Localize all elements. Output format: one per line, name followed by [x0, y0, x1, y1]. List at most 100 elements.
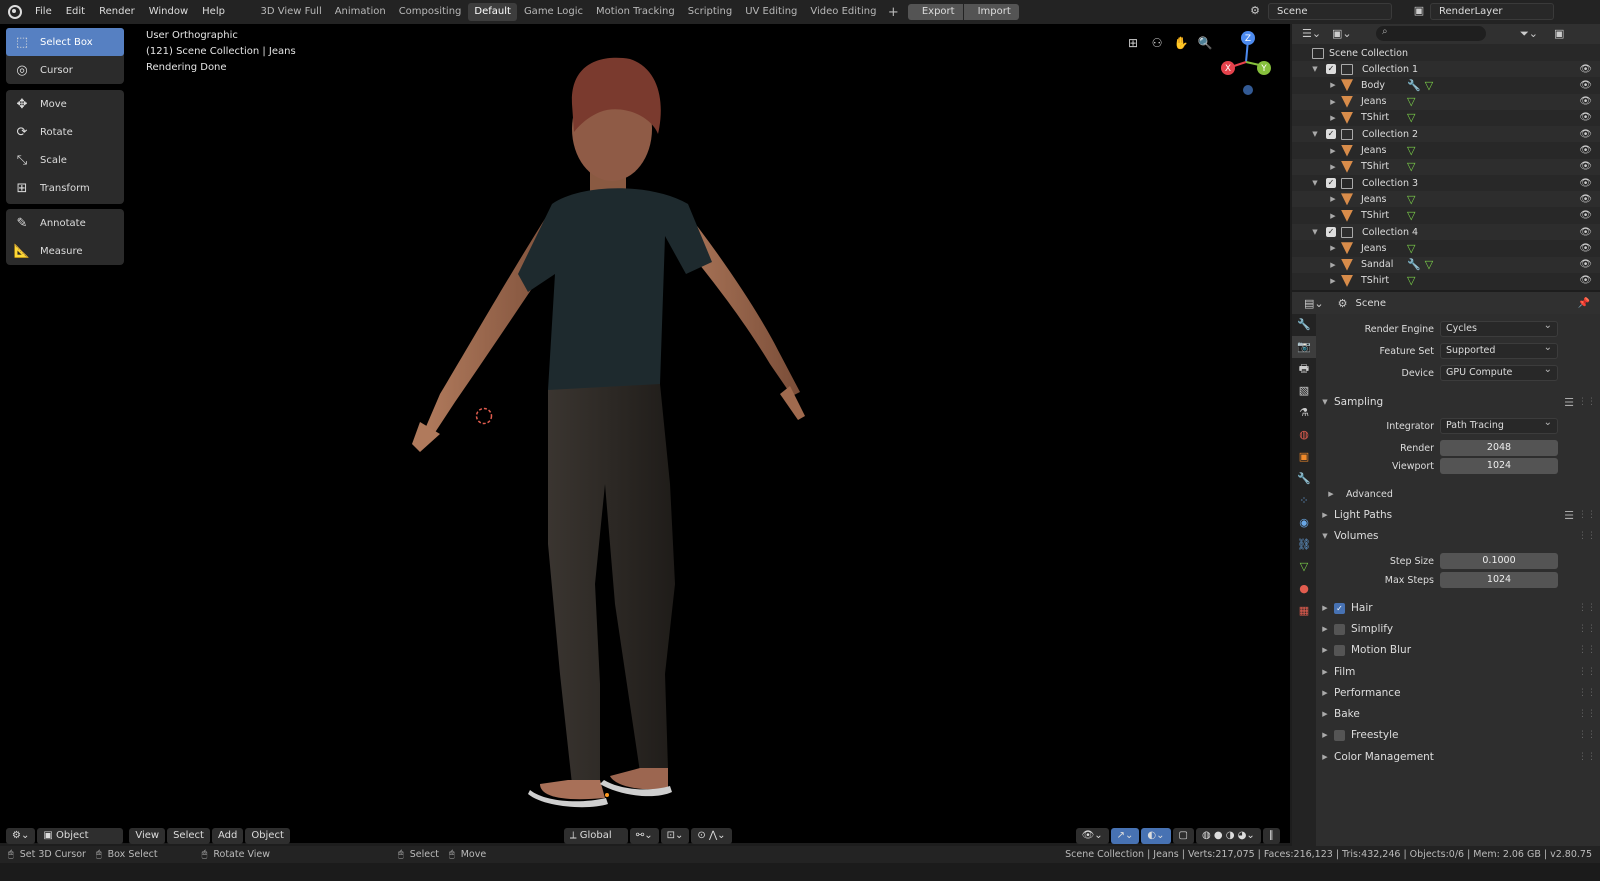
visibility-eye-icon[interactable]: 👁	[1579, 194, 1592, 205]
drag-grip-icon[interactable]: ⋮⋮	[1578, 730, 1596, 740]
mesh-data-icon[interactable]: ▽	[1407, 274, 1415, 287]
menu-window[interactable]: Window	[142, 2, 195, 22]
drag-grip-icon[interactable]: ⋮⋮	[1578, 645, 1596, 655]
feature-set-dropdown[interactable]: Supported	[1440, 343, 1558, 359]
menu-file[interactable]: File	[28, 2, 59, 22]
pan-hand-icon[interactable]: ✋	[1172, 34, 1190, 52]
data-tab-icon[interactable]: ▽	[1292, 556, 1316, 578]
annotate-tool[interactable]: ✎Annotate	[6, 209, 124, 237]
mesh-data-icon[interactable]: ▽	[1425, 258, 1433, 271]
add-workspace-icon[interactable]: +	[883, 5, 904, 20]
tab-motion-tracking[interactable]: Motion Tracking	[590, 3, 682, 21]
outliner-object-row[interactable]: ▶Jeans▽👁	[1292, 94, 1600, 110]
simplify-section[interactable]: ▶Simplify⋮⋮	[1316, 619, 1600, 639]
outliner-object-row[interactable]: ▶TShirt▽👁	[1292, 208, 1600, 224]
outliner-object-row[interactable]: ▶TShirt▽👁	[1292, 159, 1600, 175]
visibility-eye-icon[interactable]: 👁	[1579, 259, 1592, 270]
tool-tab-icon[interactable]: 🔧	[1292, 314, 1316, 336]
outliner-object-row[interactable]: ▶Body🔧▽👁	[1292, 77, 1600, 93]
motion-blur-section[interactable]: ▶Motion Blur⋮⋮	[1316, 640, 1600, 660]
step-size-field[interactable]: 0.1000	[1440, 553, 1558, 569]
import-button[interactable]: Import	[964, 4, 1019, 20]
output-tab-icon[interactable]: 🖶	[1292, 358, 1316, 380]
motion-blur-checkbox[interactable]	[1334, 645, 1345, 656]
modifier-tab-icon[interactable]: 🔧	[1292, 468, 1316, 490]
exclude-checkbox[interactable]: ✓	[1326, 129, 1336, 139]
expand-icon[interactable]: ▼	[1310, 130, 1320, 138]
tab-scripting[interactable]: Scripting	[681, 3, 738, 21]
expand-icon[interactable]: ▼	[1310, 179, 1320, 187]
simplify-checkbox[interactable]	[1334, 624, 1345, 635]
menu-edit[interactable]: Edit	[59, 2, 92, 22]
hair-checkbox[interactable]: ✓	[1334, 603, 1345, 614]
sampling-section[interactable]: ▼Sampling☰⋮⋮	[1316, 392, 1600, 412]
drag-grip-icon[interactable]: ⋮⋮	[1578, 531, 1596, 541]
collapse-icon[interactable]: ▶	[1328, 163, 1338, 171]
visibility-eye-icon[interactable]: 👁	[1579, 243, 1592, 254]
drag-grip-icon[interactable]: ⋮⋮	[1578, 752, 1596, 762]
max-steps-field[interactable]: 1024	[1440, 572, 1558, 588]
scene-selector[interactable]: Scene	[1268, 3, 1392, 20]
drag-grip-icon[interactable]: ⋮⋮	[1578, 510, 1596, 520]
visibility-eye-icon[interactable]: 👁	[1579, 275, 1592, 286]
object-tab-icon[interactable]: ▣	[1292, 446, 1316, 468]
cursor-tool[interactable]: ◎Cursor	[6, 56, 124, 84]
tab-3d-view-full[interactable]: 3D View Full	[254, 3, 328, 21]
camera-view-icon[interactable]: ⚇	[1148, 34, 1166, 52]
orientation-dropdown[interactable]: ⟂ Global ⌄	[564, 828, 628, 844]
move-tool[interactable]: ✥Move	[6, 90, 124, 118]
outliner-search-input[interactable]: ⌕	[1376, 26, 1486, 41]
tab-animation[interactable]: Animation	[328, 3, 392, 21]
color-management-section[interactable]: ▶Color Management⋮⋮	[1316, 747, 1600, 767]
advanced-subsection[interactable]: ▶Advanced	[1316, 484, 1600, 504]
navigation-gizmo[interactable]: Z Y X	[1216, 28, 1286, 108]
editor-type-icon[interactable]: ⚙⌄	[6, 828, 35, 844]
device-dropdown[interactable]: GPU Compute	[1440, 365, 1558, 381]
pause-icon[interactable]: ∥	[1263, 828, 1280, 844]
zoom-icon[interactable]: 🔍	[1196, 34, 1214, 52]
visibility-eye-icon[interactable]: 👁	[1579, 227, 1592, 238]
bake-section[interactable]: ▶Bake⋮⋮	[1316, 704, 1600, 724]
display-mode-icon[interactable]: ▣⌄	[1332, 27, 1352, 40]
presets-list-icon[interactable]: ☰	[1564, 396, 1574, 409]
collapse-icon[interactable]: ▶	[1328, 277, 1338, 285]
collapse-icon[interactable]: ▶	[1328, 81, 1338, 89]
outliner-object-row[interactable]: ▶Jeans▽👁	[1292, 143, 1600, 159]
modifier-icon[interactable]: 🔧	[1407, 258, 1421, 271]
drag-grip-icon[interactable]: ⋮⋮	[1578, 603, 1596, 613]
drag-grip-icon[interactable]: ⋮⋮	[1578, 397, 1596, 407]
render-tab-icon[interactable]: 📷	[1292, 336, 1316, 358]
viewport-samples-field[interactable]: 1024	[1440, 458, 1558, 474]
visibility-eye-icon[interactable]: 👁	[1579, 129, 1592, 140]
object-mode-dropdown[interactable]: ▣ Object Mode ⌄	[37, 828, 123, 844]
integrator-dropdown[interactable]: Path Tracing	[1440, 418, 1558, 434]
outliner-root[interactable]: Scene Collection	[1292, 45, 1600, 61]
outliner-object-row[interactable]: ▶Jeans▽👁	[1292, 240, 1600, 256]
rotate-tool[interactable]: ⟳Rotate	[6, 118, 124, 146]
collapse-icon[interactable]: ▶	[1328, 147, 1338, 155]
collapse-icon[interactable]: ▶	[1328, 98, 1338, 106]
outliner-editor-icon[interactable]: ☰⌄	[1302, 27, 1321, 40]
menu-select[interactable]: Select	[167, 828, 210, 844]
visibility-eye-icon[interactable]: 👁	[1579, 145, 1592, 156]
scale-tool[interactable]: ⤡Scale	[6, 146, 124, 174]
xray-icon[interactable]: ▢	[1173, 828, 1194, 844]
constraints-tab-icon[interactable]: ⛓	[1292, 534, 1316, 556]
exclude-checkbox[interactable]: ✓	[1326, 227, 1336, 237]
mesh-data-icon[interactable]: ▽	[1407, 242, 1415, 255]
new-collection-icon[interactable]: ▣	[1554, 27, 1564, 40]
outliner-object-row[interactable]: ▶Sandal🔧▽👁	[1292, 257, 1600, 273]
grid-view-icon[interactable]: ⊞	[1124, 34, 1142, 52]
proportional-edit-icon[interactable]: ⊙ ⋀⌄	[691, 828, 731, 844]
view-layer-tab-icon[interactable]: ▧	[1292, 380, 1316, 402]
shading-modes-icon[interactable]: ◍ ● ◑ ◕⌄	[1196, 828, 1261, 844]
outliner-object-row[interactable]: ▶Jeans▽👁	[1292, 191, 1600, 207]
expand-icon[interactable]: ▼	[1310, 228, 1320, 236]
tab-uv-editing[interactable]: UV Editing	[739, 3, 804, 21]
visibility-eye-icon[interactable]: 👁	[1579, 161, 1592, 172]
expand-icon[interactable]: ▼	[1310, 65, 1320, 73]
blender-logo-icon[interactable]	[8, 5, 22, 19]
material-tab-icon[interactable]: ●	[1292, 578, 1316, 600]
outliner-object-row[interactable]: ▶TShirt▽👁	[1292, 110, 1600, 126]
filter-icon[interactable]: ⏷⌄	[1520, 27, 1538, 41]
